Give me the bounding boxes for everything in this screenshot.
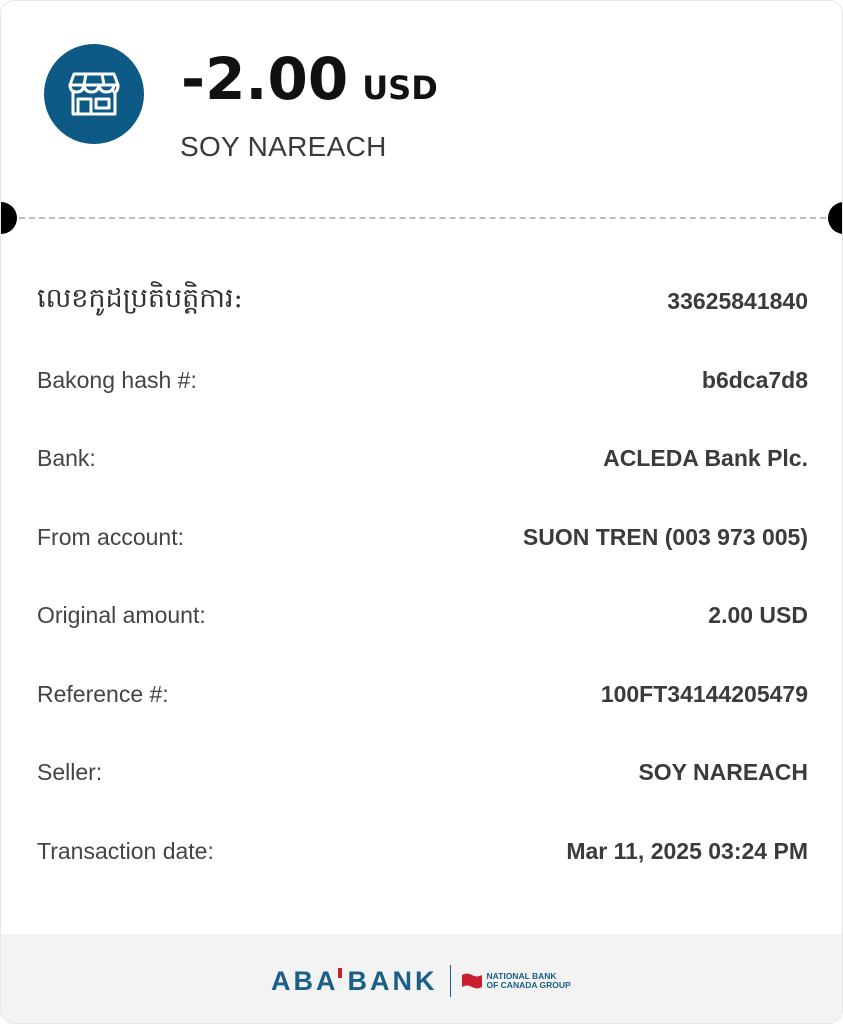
detail-row-from-account: From account: SUON TREN (003 973 005) [37, 517, 808, 557]
detail-row-bank: Bank: ACLEDA Bank Plc. [37, 438, 808, 478]
detail-label: Seller: [37, 758, 103, 785]
detail-row-transaction-date: Transaction date: Mar 11, 2025 03:24 PM [37, 831, 808, 871]
aba-wordmark: ABA BANK [271, 966, 438, 997]
amount-line: -2.00 USD [181, 45, 438, 115]
detail-value: 100FT34144205479 [600, 680, 808, 707]
detail-label: Bakong hash #: [37, 366, 197, 393]
national-bank-logo: NATIONAL BANK OF CANADA GROUP [461, 972, 571, 990]
store-icon [44, 44, 144, 144]
store-icon-glyph [68, 72, 120, 116]
detail-value: SOY NAREACH [638, 758, 808, 785]
transaction-receipt: -2.00 USD SOY NAREACH លេខកូដប្រតិបត្តិកា… [0, 0, 843, 1024]
detail-label: Transaction date: [37, 837, 214, 864]
detail-row-transaction-id: លេខកូដប្រតិបត្តិការ: 33625841840 [37, 281, 808, 321]
detail-value: SUON TREN (003 973 005) [522, 523, 808, 550]
detail-value: ACLEDA Bank Plc. [603, 444, 808, 471]
detail-value: Mar 11, 2025 03:24 PM [566, 837, 808, 864]
national-bank-flag-icon [461, 973, 482, 989]
amount-value: -2.00 [181, 45, 349, 113]
aba-wordmark-left: ABA [271, 965, 339, 996]
detail-label: Bank: [37, 444, 96, 471]
detail-value: 2.00 USD [708, 601, 808, 628]
detail-label: Original amount: [37, 601, 206, 628]
receipt-footer: ABA BANK NATIONAL BANK OF CANADA GROUP [1, 934, 842, 1023]
receipt-header: -2.00 USD SOY NAREACH [1, 1, 842, 216]
logo-divider [449, 965, 451, 997]
detail-row-seller: Seller: SOY NAREACH [37, 752, 808, 792]
merchant-name: SOY NAREACH [180, 131, 387, 162]
aba-apostrophe-mark [337, 967, 342, 978]
detail-label: លេខកូដប្រតិបត្តិការ: [37, 282, 243, 314]
detail-label: From account: [37, 523, 184, 550]
detail-value: b6dca7d8 [701, 366, 808, 393]
detail-label: Reference #: [37, 680, 169, 707]
aba-bank-logo: ABA BANK NATIONAL BANK OF CANADA GROUP [271, 961, 571, 1001]
detail-row-reference: Reference #: 100FT34144205479 [37, 674, 808, 714]
aba-wordmark-right: BANK [347, 965, 438, 996]
tear-divider [1, 202, 842, 234]
national-bank-text: NATIONAL BANK OF CANADA GROUP [487, 972, 571, 990]
national-bank-line2: OF CANADA GROUP [486, 980, 571, 990]
dashed-line [19, 217, 826, 219]
amount-currency: USD [362, 69, 438, 107]
detail-row-original-amount: Original amount: 2.00 USD [37, 595, 808, 635]
detail-row-bakong-hash: Bakong hash #: b6dca7d8 [37, 360, 808, 400]
detail-value: 33625841840 [667, 287, 808, 314]
